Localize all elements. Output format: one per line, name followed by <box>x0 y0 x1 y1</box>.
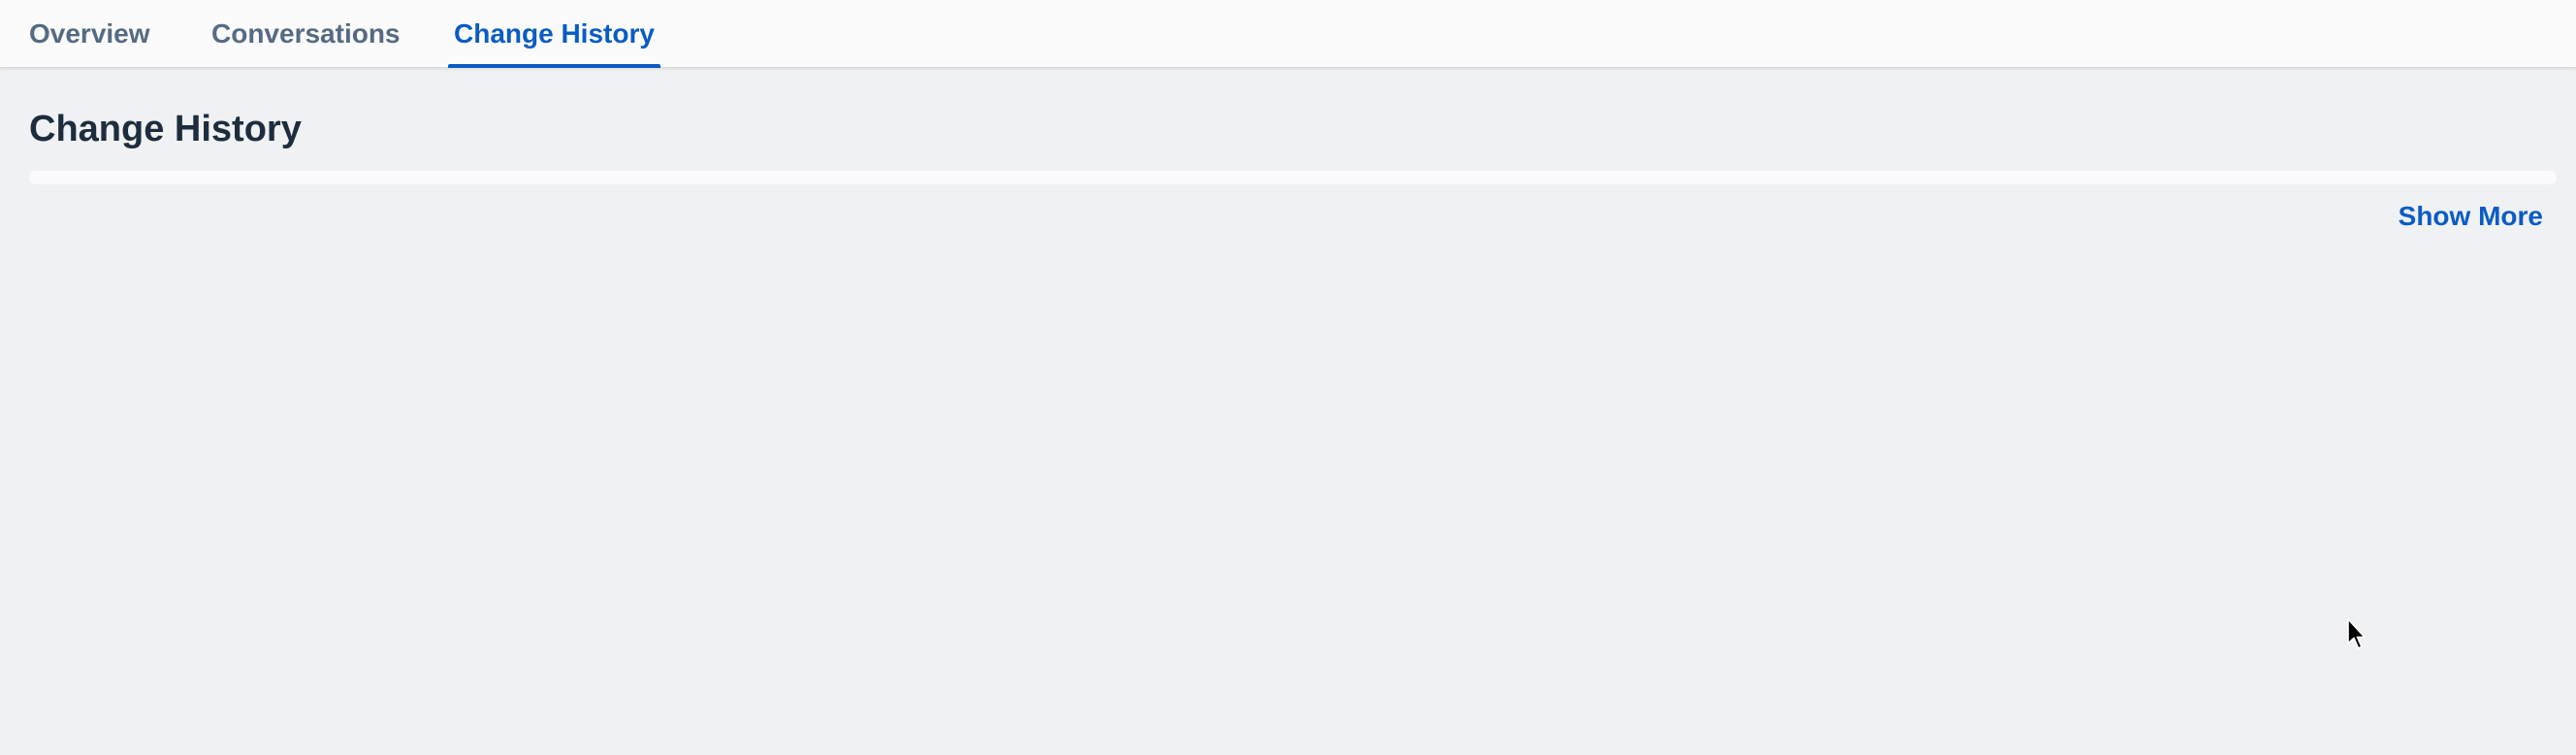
tab-bar: Overview Conversations Change History <box>0 0 2576 68</box>
page: Overview Conversations Change History Ch… <box>0 0 2576 755</box>
section-title: Change History <box>29 109 302 149</box>
tab-change-history[interactable]: Change History <box>448 0 660 68</box>
tab-change-history-label: Change History <box>454 18 655 49</box>
tab-overview[interactable]: Overview <box>29 0 150 68</box>
mouse-pointer-icon <box>2347 618 2366 649</box>
change-history-list <box>29 171 2557 184</box>
tab-conversations[interactable]: Conversations <box>211 0 401 68</box>
show-more-link[interactable]: Show More <box>2399 201 2543 232</box>
active-tab-indicator <box>448 64 660 68</box>
tab-conversations-label: Conversations <box>211 18 401 49</box>
tab-overview-label: Overview <box>29 18 150 49</box>
